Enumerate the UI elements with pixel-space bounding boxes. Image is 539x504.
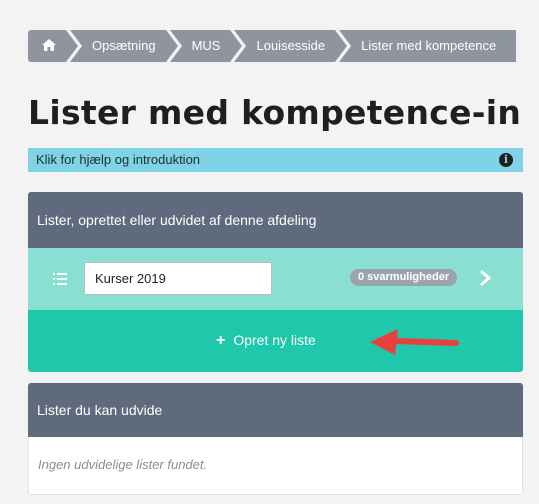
extendable-lists-header: Lister du kan udvide — [28, 383, 523, 437]
create-list-label: Opret ny liste — [233, 332, 316, 348]
breadcrumb-item-louisesside[interactable]: Louisesside — [234, 30, 351, 62]
create-list-button[interactable]: + Opret ny liste — [216, 332, 316, 350]
help-bar[interactable]: Klik for hjælp og introduktion i — [28, 148, 523, 172]
empty-state-text: Ingen udvidelige lister fundet. — [28, 437, 523, 495]
list-icon — [53, 273, 67, 285]
list-item[interactable]: 0 svarmuligheder — [28, 248, 523, 310]
page: Opsætning MUS Louisesside Lister med kom… — [0, 0, 539, 504]
breadcrumb: Opsætning MUS Louisesside Lister med kom… — [28, 30, 520, 62]
breadcrumb-item-opsaetning[interactable]: Opsætning — [70, 30, 182, 62]
breadcrumb-item-current: Lister med kompetence — [339, 30, 517, 62]
chevron-right-icon[interactable] — [480, 270, 492, 286]
add-list-row: + Opret ny liste — [28, 310, 523, 372]
annotation-arrow-icon — [370, 329, 459, 355]
breadcrumb-home[interactable] — [28, 30, 82, 62]
extendable-lists-panel: Lister du kan udvide Ingen udvidelige li… — [28, 383, 523, 495]
info-icon: i — [499, 153, 513, 167]
options-count-badge: 0 svarmuligheder — [350, 269, 458, 286]
plus-icon: + — [216, 332, 226, 349]
list-name-input[interactable] — [84, 262, 272, 295]
help-text: Klik for hjælp og introduktion — [36, 152, 201, 167]
home-icon — [42, 39, 56, 51]
own-lists-panel: Lister, oprettet eller udvidet af denne … — [28, 192, 523, 372]
page-title: Lister med kompetence-in — [28, 93, 522, 132]
own-lists-header: Lister, oprettet eller udvidet af denne … — [28, 192, 523, 248]
